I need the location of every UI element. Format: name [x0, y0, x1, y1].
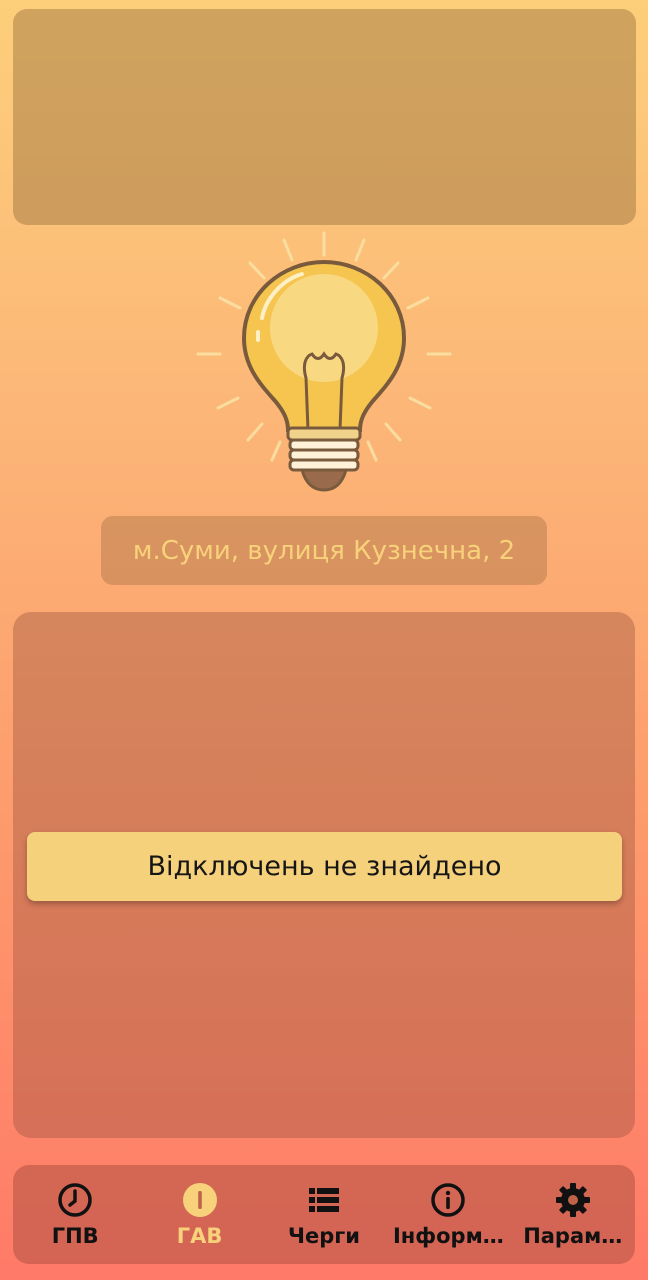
status-card: Відключень не знайдено [27, 832, 622, 901]
nav-item-info[interactable]: Інформ… [389, 1182, 507, 1248]
clock-icon [57, 1182, 93, 1218]
bottom-navigation: ГПВ ГАВ Черги Інформ… Парам… [13, 1165, 635, 1264]
nav-label-settings: Парам… [523, 1223, 623, 1248]
nav-item-gpv[interactable]: ГПВ [16, 1182, 134, 1248]
info-icon [430, 1182, 466, 1218]
status-message: Відключень не знайдено [147, 851, 502, 882]
list-icon [306, 1182, 342, 1218]
nav-item-queues[interactable]: Черги [265, 1182, 383, 1248]
nav-label-gpv: ГПВ [51, 1223, 99, 1248]
lightbulb-illustration [192, 228, 456, 502]
nav-label-gav: ГАВ [176, 1223, 223, 1248]
address-label: м.Суми, вулиця Кузнечна, 2 [101, 516, 547, 585]
gear-icon [555, 1182, 591, 1218]
top-banner-panel [13, 9, 636, 225]
lightning-circle-icon [182, 1182, 218, 1218]
nav-label-queues: Черги [288, 1223, 360, 1248]
nav-label-info: Інформ… [392, 1223, 504, 1248]
nav-item-settings[interactable]: Парам… [514, 1182, 632, 1248]
nav-item-gav[interactable]: ГАВ [141, 1182, 259, 1248]
address-text: м.Суми, вулиця Кузнечна, 2 [132, 535, 516, 566]
